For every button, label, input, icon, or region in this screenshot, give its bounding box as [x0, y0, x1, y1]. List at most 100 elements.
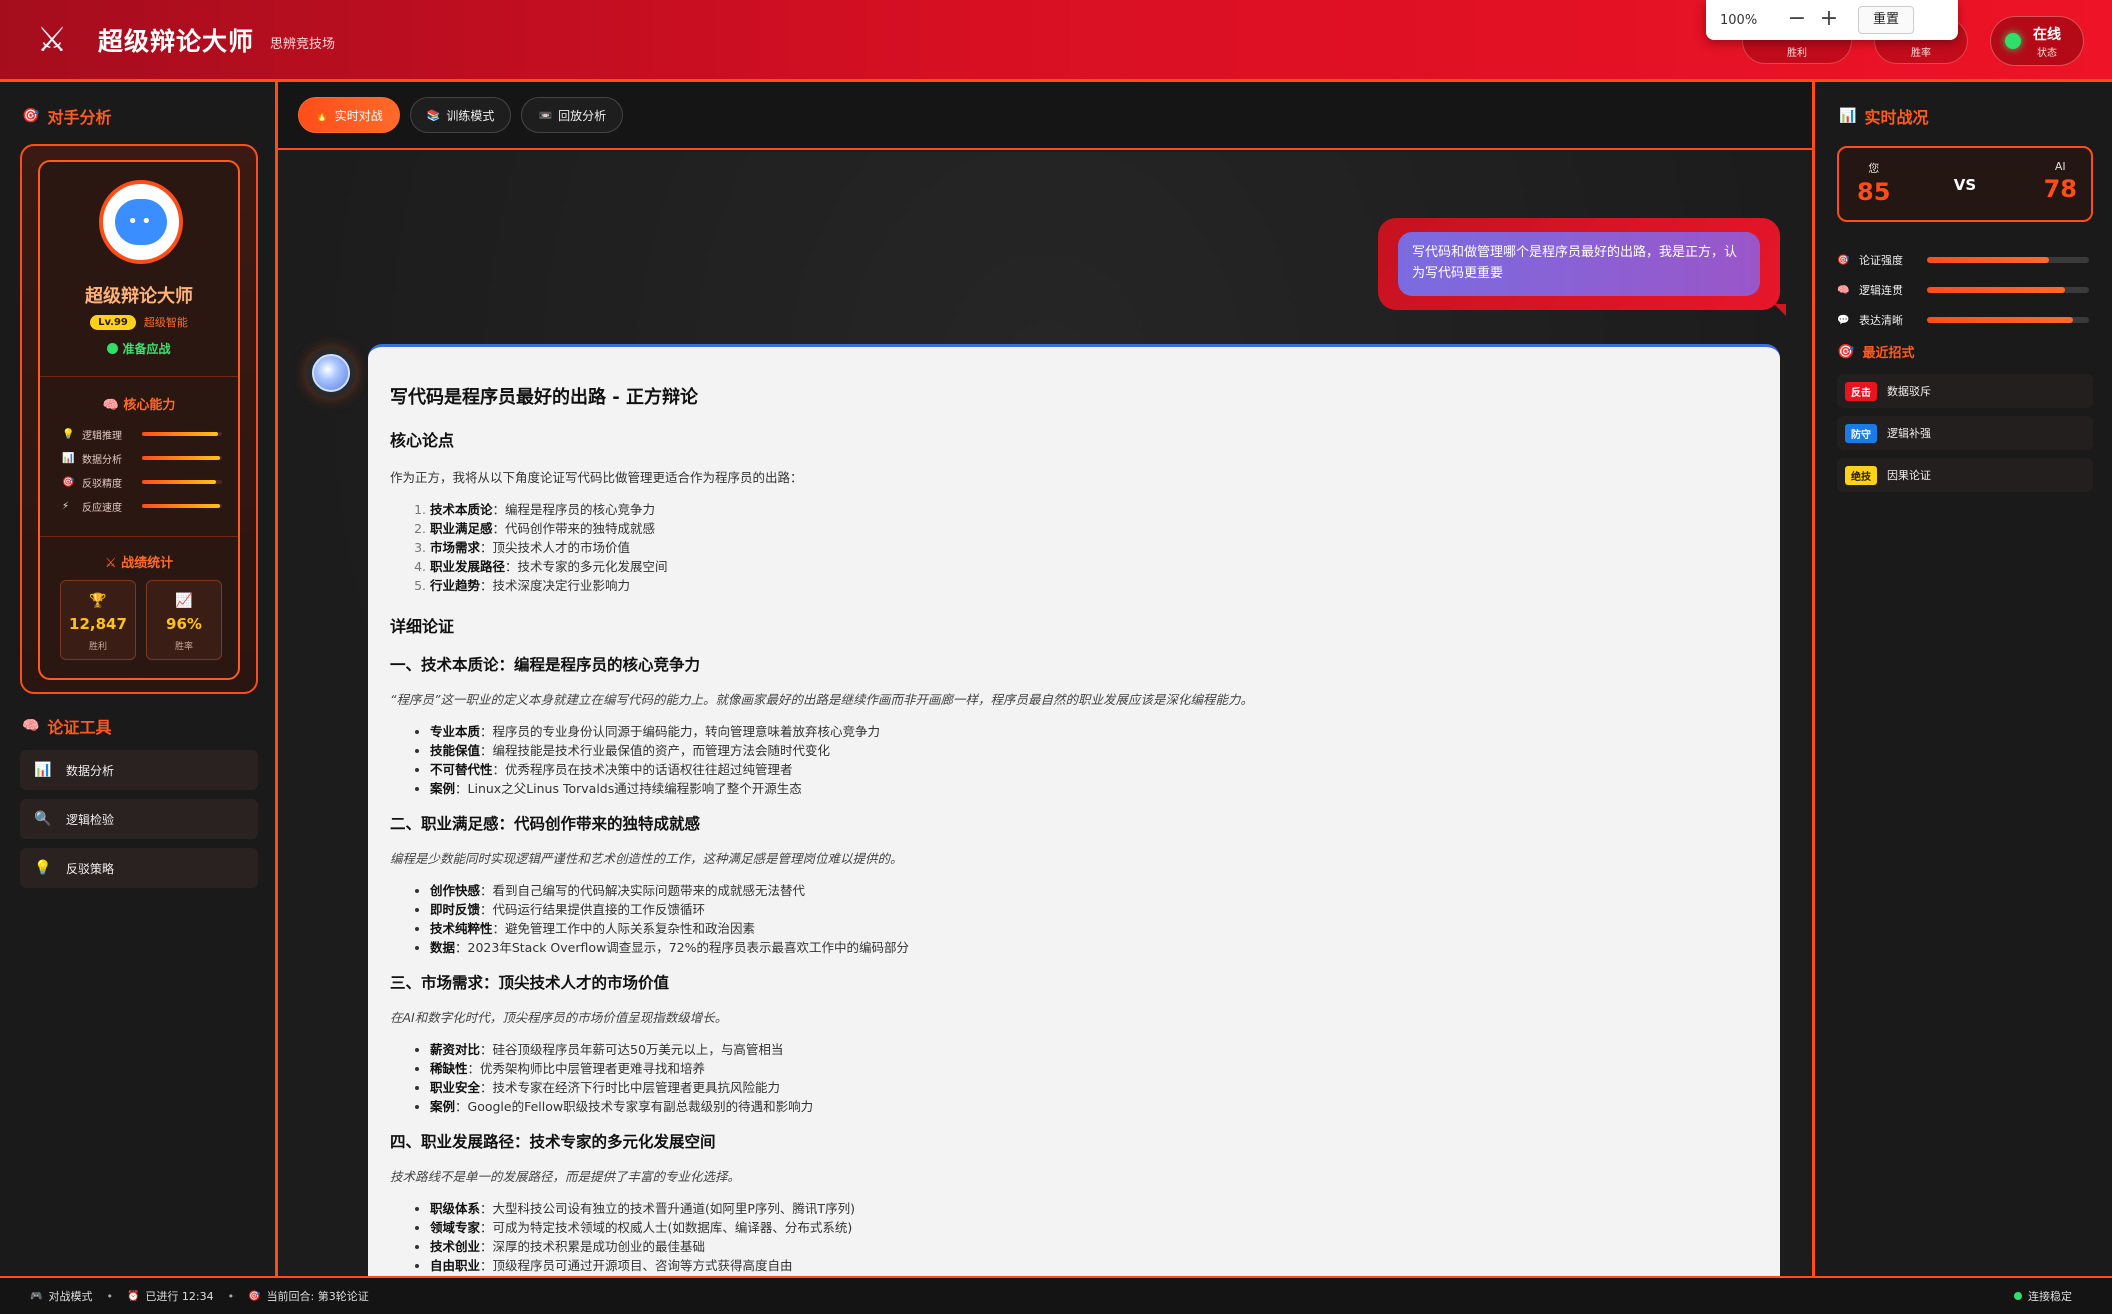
- metric-icon: 🧠: [1837, 284, 1850, 296]
- item-text: ：大型科技公司设有独立的技术晋升通道(如阿里P序列、腾讯T序列): [480, 1201, 855, 1216]
- tool-logic-check[interactable]: 🔍 逻辑检验: [20, 799, 258, 839]
- separator: •: [106, 1289, 113, 1303]
- ability-label: 数据分析: [82, 454, 122, 466]
- target-icon: 🎯: [248, 1290, 261, 1302]
- opponent-name: 超级辩论大师: [85, 286, 193, 307]
- section-list-item: 薪资对比：硅谷顶级程序员年薪可达50万美元以上，与高管相当: [430, 1040, 1758, 1059]
- section-list-item: 技术创业：深厚的技术积累是成功创业的最佳基础: [430, 1237, 1758, 1256]
- header-stat-label: 胜利: [1787, 48, 1807, 59]
- opponent-title-text: 对手分析: [47, 108, 112, 127]
- online-status[interactable]: 在线 状态: [1990, 16, 2084, 66]
- item-bold: 技术纯粹性: [430, 921, 493, 936]
- ability-bar: [142, 456, 222, 460]
- chat-area[interactable]: 写代码和做管理哪个是程序员最好的出路，我是正方，认为写代码更重要 写代码是程序员…: [278, 152, 1812, 1276]
- section-heading: 三、市场需求：顶尖技术人才的市场价值: [390, 974, 670, 992]
- tab-replay[interactable]: 📼 回放分析: [521, 97, 624, 133]
- tools-title-text: 论证工具: [47, 718, 112, 737]
- core-point-text: ：代码创作带来的独特成就感: [492, 521, 656, 536]
- item-bold: 即时反馈: [430, 902, 481, 917]
- trophy-icon: 🏆: [89, 593, 107, 609]
- stat-value: 12,847: [69, 615, 127, 633]
- level-badge: Lv.99: [90, 314, 136, 330]
- core-point-bold: 技术本质论: [430, 502, 493, 517]
- item-text: ：技术专家在经济下行时比中层管理者更具抗风险能力: [480, 1080, 781, 1095]
- core-heading: 核心论点: [390, 431, 455, 450]
- item-bold: 创作快感: [430, 883, 481, 898]
- tool-label: 反驳策略: [66, 861, 115, 876]
- metric-bar-fill: [1927, 287, 2065, 293]
- ai-label: AI: [2054, 160, 2066, 173]
- section-list-item: 职级体系：大型科技公司设有独立的技术晋升通道(如阿里P序列、腾讯T序列): [430, 1199, 1758, 1218]
- recent-moves-title-text: 最近招式: [1862, 346, 1915, 361]
- lightbulb-icon: 💡: [34, 860, 52, 876]
- ai-avatar: [306, 348, 356, 398]
- tools-section-title: 🧠 论证工具: [22, 714, 111, 738]
- section-list: 创作快感：看到自己编写的代码解决实际问题带来的成就感无法替代即时反馈：代码运行结…: [430, 881, 1758, 957]
- section-list-item: 创作快感：看到自己编写的代码解决实际问题带来的成就感无法替代: [430, 881, 1758, 900]
- battle-status-title: 📊 实时战况: [1839, 104, 1928, 128]
- tool-data-analysis[interactable]: 📊 数据分析: [20, 750, 258, 790]
- zoom-reset-button[interactable]: 重置: [1858, 6, 1915, 34]
- section-list: 专业本质：程序员的专业身份认同源于编码能力，转向管理意味着放弃核心竞争力技能保值…: [430, 722, 1758, 798]
- bar-chart-icon: 📊: [1839, 108, 1857, 124]
- section-heading: 二、职业满足感：代码创作带来的独特成就感: [390, 815, 701, 833]
- item-text: ：编程技能是技术行业最保值的资产，而管理方法会随时代变化: [480, 743, 831, 758]
- ability-icon: ⚡: [62, 500, 70, 512]
- ability-bar-fill: [142, 456, 221, 460]
- stat-label: 胜利: [88, 642, 107, 652]
- opponent-card: •• 超级辩论大师 Lv.99 超级智能 准备应战 🧠 核心能力 💡 逻辑推理 📊 数…: [20, 144, 258, 694]
- divider: [40, 376, 238, 377]
- recent-move-item[interactable]: 防守 逻辑补强: [1837, 416, 2093, 450]
- item-text: ：Google的Fellow职级技术专家享有副总裁级别的待遇和影响力: [455, 1099, 814, 1114]
- section-list-item: 案例：Linux之父Linus Torvalds通过持续编程影响了整个开源生态: [430, 779, 1758, 798]
- recent-move-item[interactable]: 反击 数据驳斥: [1837, 374, 2093, 408]
- recent-move-item[interactable]: 绝技 因果论证: [1837, 458, 2093, 492]
- item-bold: 技能保值: [430, 743, 481, 758]
- target-icon: 🎯: [22, 108, 40, 124]
- ability-bar-fill: [142, 432, 218, 436]
- opponent-status-text: 准备应战: [122, 342, 171, 356]
- left-sidebar: 🎯 对手分析 •• 超级辩论大师 Lv.99 超级智能 准备应战 🧠 核心能力 …: [0, 82, 278, 1276]
- core-point-item: 职业发展路径：技术专家的多元化发展空间: [430, 557, 1758, 576]
- opponent-card-inner: •• 超级辩论大师 Lv.99 超级智能 准备应战 🧠 核心能力 💡 逻辑推理 📊 数…: [38, 160, 240, 680]
- metric-row: 💬 表达清晰: [1837, 312, 2093, 328]
- zoom-popup: 100% − + 重置: [1706, 0, 1958, 40]
- header-stat-label: 胜率: [1911, 48, 1931, 59]
- gamepad-icon: 🎮: [30, 1290, 43, 1302]
- section-list-item: 领域专家：可成为特定技术领域的权威人士(如数据库、编译器、分布式系统): [430, 1218, 1758, 1237]
- item-bold: 案例: [430, 1099, 456, 1114]
- zoom-out-button[interactable]: −: [1782, 5, 1812, 35]
- metric-label: 表达清晰: [1859, 314, 1903, 327]
- metric-label: 逻辑连贯: [1859, 284, 1903, 297]
- ability-row: 🎯 反驳精度: [62, 474, 222, 490]
- item-bold: 技术创业: [430, 1239, 481, 1254]
- section-list-item: 不可替代性：优秀程序员在技术决策中的话语权往往超过纯管理者: [430, 760, 1758, 779]
- level-text: 超级智能: [143, 316, 188, 329]
- move-label: 数据驳斥: [1887, 385, 1931, 398]
- tab-live-battle[interactable]: 🔥 实时对战: [298, 97, 400, 133]
- zoom-in-button[interactable]: +: [1814, 5, 1844, 35]
- stat-wins: 🏆 12,847 胜利: [60, 580, 136, 660]
- intro-text: 作为正方，我将从以下角度论证写代码比做管理更适合作为程序员的出路：: [390, 470, 803, 485]
- item-text: ：优秀架构师比中层管理者更难寻找和培养: [467, 1061, 706, 1076]
- message-tail: [1774, 304, 1786, 316]
- status-dot-icon: [107, 343, 119, 354]
- divider: [40, 536, 238, 537]
- opponent-section-title: 🎯 对手分析: [22, 104, 111, 128]
- score-board: 您 85 VS AI 78: [1837, 146, 2093, 222]
- tool-rebuttal-strategy[interactable]: 💡 反驳策略: [20, 848, 258, 888]
- item-text: ：优秀程序员在技术决策中的话语权往往超过纯管理者: [492, 762, 793, 777]
- app-subtitle: 思辨竞技场: [270, 37, 336, 52]
- ability-bar-fill: [142, 480, 216, 484]
- section-heading: 一、技术本质论：编程是程序员的核心竞争力: [390, 656, 701, 674]
- tab-label: 训练模式: [446, 108, 495, 123]
- mode-tabs: 🔥 实时对战 📚 训练模式 📼 回放分析: [278, 82, 1812, 150]
- status-bar: 🎮 对战模式 • ⏰ 已进行 12:34 • 🎯 当前回合: 第3轮论证 连接稳定: [0, 1276, 2112, 1314]
- metric-bar: [1927, 287, 2089, 293]
- move-tag: 防守: [1845, 423, 1877, 443]
- core-point-item: 市场需求：顶尖技术人才的市场价值: [430, 538, 1758, 557]
- ability-label: 逻辑推理: [82, 430, 122, 442]
- zoom-level: 100%: [1720, 12, 1758, 28]
- tab-training[interactable]: 📚 训练模式: [409, 97, 512, 133]
- item-text: ：2023年Stack Overflow调查显示，72%的程序员表示最喜欢工作中…: [455, 940, 910, 955]
